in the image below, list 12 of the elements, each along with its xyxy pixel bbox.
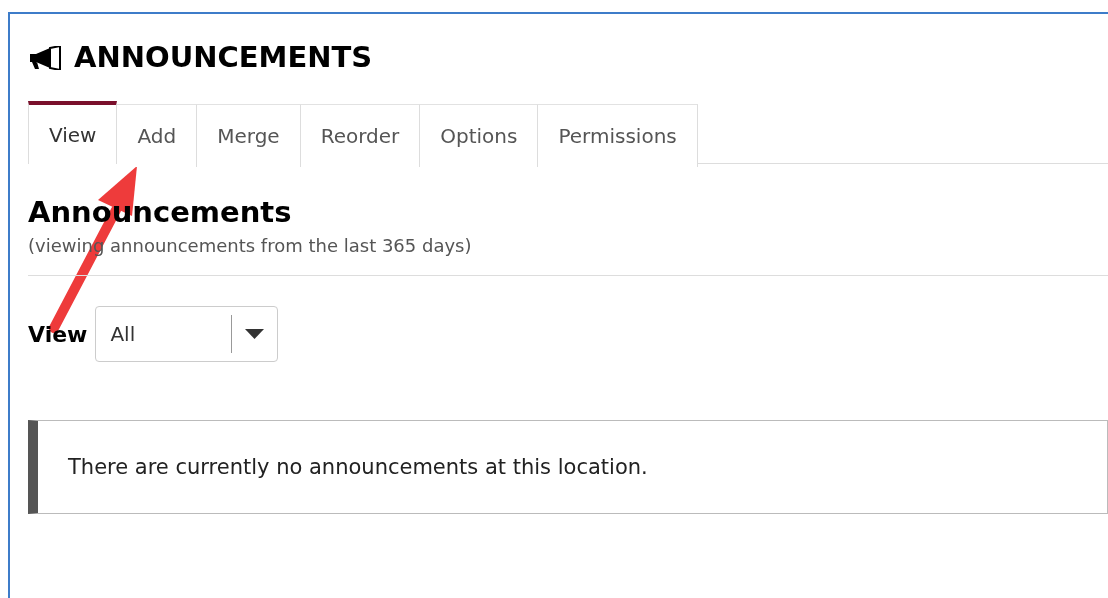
view-label: View <box>28 320 88 349</box>
caret-icon <box>245 329 265 340</box>
tab[interactable]: View <box>28 101 118 164</box>
tab[interactable]: Add <box>117 104 198 167</box>
megaphone-icon <box>28 46 62 70</box>
tab[interactable]: Options <box>420 104 539 167</box>
view-dropdown[interactable]: All <box>95 306 279 363</box>
tab[interactable]: Reorder <box>300 104 421 167</box>
tab[interactable]: Permissions <box>538 104 698 167</box>
empty-message: There are currently no announcements at this location. <box>68 453 648 481</box>
page-title: ANNOUNCEMENTS <box>74 39 373 77</box>
tab[interactable]: Merge <box>197 104 301 167</box>
